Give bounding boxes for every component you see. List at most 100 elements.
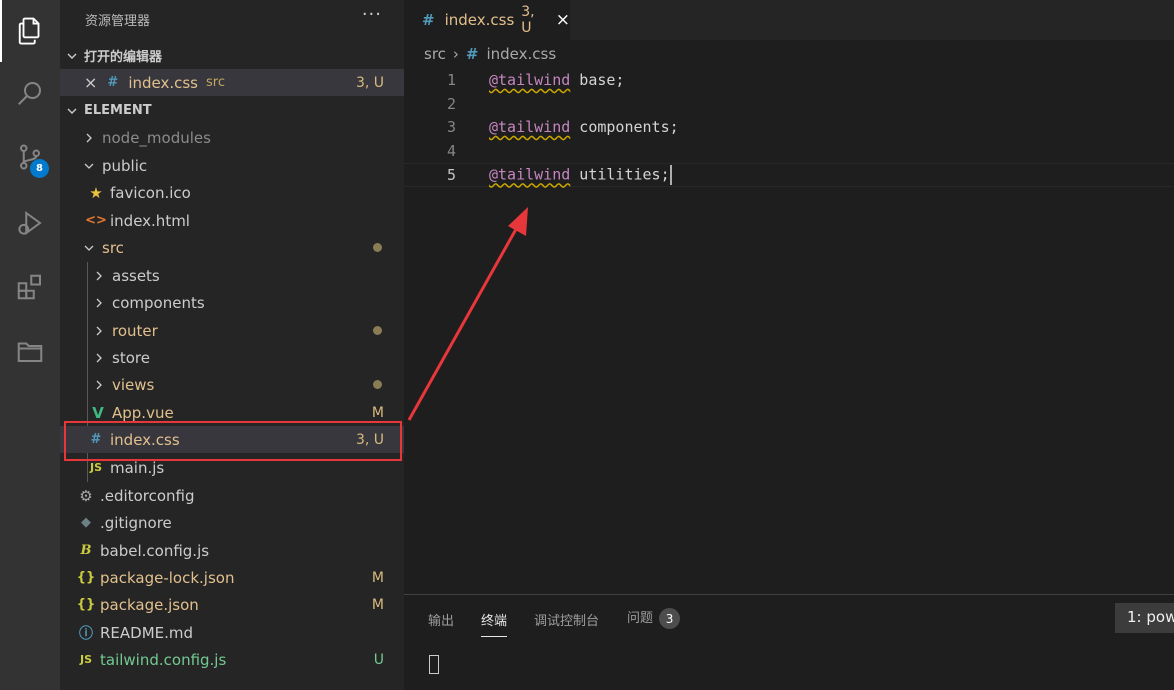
breadcrumb: src › # index.css	[424, 45, 556, 63]
star-icon: ★	[89, 183, 103, 202]
source-control-icon[interactable]: 8	[0, 126, 60, 188]
breadcrumb-folder[interactable]: src	[424, 45, 446, 63]
chevron-right-icon	[92, 270, 106, 282]
tree-item-label: package.json	[100, 595, 199, 614]
css-file-icon: #	[422, 11, 435, 29]
tree-item-editorconfig[interactable]: ⚙ .editorconfig	[60, 482, 404, 509]
at-rule-keyword: @tailwind	[489, 118, 571, 136]
tree-item-index-css[interactable]: # index.css 3, U	[60, 426, 404, 453]
folders-icon[interactable]	[0, 320, 60, 382]
tree-item-main-js[interactable]: JS main.js	[60, 454, 404, 481]
problems-count-badge: 3	[659, 608, 681, 629]
tree-item-app-vue[interactable]: V App.vue M	[60, 399, 404, 426]
open-editor-item[interactable]: × # index.css src 3, U	[60, 69, 404, 96]
tree-item-label: tailwind.config.js	[100, 650, 227, 669]
chevron-down-icon	[82, 160, 96, 172]
at-rule-keyword: @tailwind	[489, 71, 571, 89]
code-line: 3 @tailwind components;	[404, 115, 1174, 139]
open-editors-section[interactable]: 打开的编辑器	[60, 42, 404, 69]
tree-item-tailwind-config[interactable]: JS tailwind.config.js U	[60, 646, 404, 673]
tab-terminal[interactable]: 终端	[481, 610, 508, 637]
tab-status: 3, U	[521, 4, 535, 36]
tab-index-css[interactable]: # index.css 3, U ×	[404, 0, 570, 40]
tab-label: index.css	[444, 11, 515, 29]
tree-item-favicon[interactable]: ★ favicon.ico	[60, 179, 404, 206]
tree-item-node-modules[interactable]: node_modules	[60, 124, 404, 151]
tab-problems-label: 问题	[627, 611, 654, 626]
close-icon[interactable]: ×	[84, 73, 97, 92]
tree-item-components[interactable]: components	[60, 289, 404, 316]
chevron-right-icon	[92, 379, 106, 391]
open-editors-label: 打开的编辑器	[84, 50, 163, 65]
chevron-right-icon	[92, 297, 106, 309]
breadcrumb-file[interactable]: index.css	[486, 45, 556, 63]
babel-file-icon: B	[80, 543, 92, 558]
code-text: components;	[570, 118, 679, 136]
code-text: utilities;	[570, 165, 670, 184]
tree-item-label: main.js	[110, 458, 165, 477]
tab-debug-console[interactable]: 调试控制台	[534, 610, 599, 629]
code-line: 2	[404, 92, 1174, 116]
tree-item-package-json[interactable]: {} package.json M	[60, 591, 404, 618]
project-section[interactable]: ELEMENT	[60, 97, 404, 124]
tree-item-gitignore[interactable]: ◆ .gitignore	[60, 509, 404, 536]
tab-problems[interactable]: 问题 3	[627, 607, 681, 629]
json-file-icon: {}	[76, 597, 96, 612]
tree-item-label: babel.config.js	[100, 541, 210, 560]
terminal-cursor	[429, 655, 439, 674]
tree-item-package-lock[interactable]: {} package-lock.json M	[60, 564, 404, 591]
tree-item-label: router	[112, 321, 158, 340]
line-number: 2	[446, 95, 456, 113]
js-file-icon: JS	[79, 653, 92, 666]
tree-item-label: store	[112, 348, 150, 367]
chevron-right-icon: ›	[452, 45, 459, 63]
search-icon[interactable]	[0, 62, 60, 124]
at-rule-keyword: @tailwind	[489, 165, 571, 184]
chevron-down-icon	[66, 105, 78, 117]
tree-item-readme[interactable]: ⓘ README.md	[60, 619, 404, 646]
html-file-icon: <>	[85, 213, 107, 228]
tree-item-public[interactable]: public	[60, 152, 404, 179]
git-status: M	[371, 596, 384, 613]
chevron-right-icon	[92, 352, 106, 364]
tree-item-router[interactable]: router	[60, 317, 404, 344]
tree-item-src[interactable]: src	[60, 234, 404, 261]
vue-file-icon: V	[92, 403, 104, 422]
tree-item-label: assets	[112, 266, 160, 285]
info-icon: ⓘ	[79, 625, 93, 642]
tree-item-label: views	[112, 375, 155, 394]
explorer-sidebar: 资源管理器 ··· 打开的编辑器 × # index.css src 3, U …	[60, 0, 404, 690]
close-icon[interactable]: ×	[556, 10, 570, 30]
tree-item-babel-config[interactable]: B babel.config.js	[60, 537, 404, 564]
text-cursor	[669, 165, 672, 185]
git-status: M	[371, 404, 384, 421]
explorer-icon[interactable]	[0, 0, 60, 62]
tree-item-label: index.css	[110, 430, 180, 449]
open-editor-status: 3, U	[355, 74, 384, 91]
tree-item-assets[interactable]: assets	[60, 262, 404, 289]
gear-icon: ⚙	[79, 486, 93, 505]
bottom-panel: 输出 终端 调试控制台 问题 3 1: powershell	[404, 594, 1174, 690]
terminal-select[interactable]: 1: powershell	[1115, 603, 1174, 633]
tab-output[interactable]: 输出	[428, 610, 454, 629]
css-file-icon: #	[90, 432, 102, 447]
git-file-icon: ◆	[81, 515, 91, 530]
tree-item-label: components	[112, 293, 205, 312]
tree-item-label: favicon.ico	[110, 183, 191, 202]
line-number: 3	[446, 118, 456, 136]
tree-item-index-html[interactable]: <> index.html	[60, 207, 404, 234]
chevron-right-icon	[82, 132, 96, 144]
tree-item-views[interactable]: views	[60, 371, 404, 398]
extensions-icon[interactable]	[0, 256, 60, 318]
tree-item-store[interactable]: store	[60, 344, 404, 371]
tree-item-label: App.vue	[112, 403, 174, 422]
code-editor[interactable]: 1 @tailwind base; 2 3 @tailwind componen…	[404, 68, 1174, 593]
explorer-title: 资源管理器	[85, 14, 151, 29]
git-status: U	[373, 651, 384, 668]
code-text: base;	[570, 71, 625, 89]
run-debug-icon[interactable]	[0, 192, 60, 254]
line-number: 1	[446, 71, 456, 89]
more-actions-button[interactable]: ···	[362, 4, 382, 25]
activity-bar: 8	[0, 0, 60, 690]
code-line: 4	[404, 139, 1174, 163]
